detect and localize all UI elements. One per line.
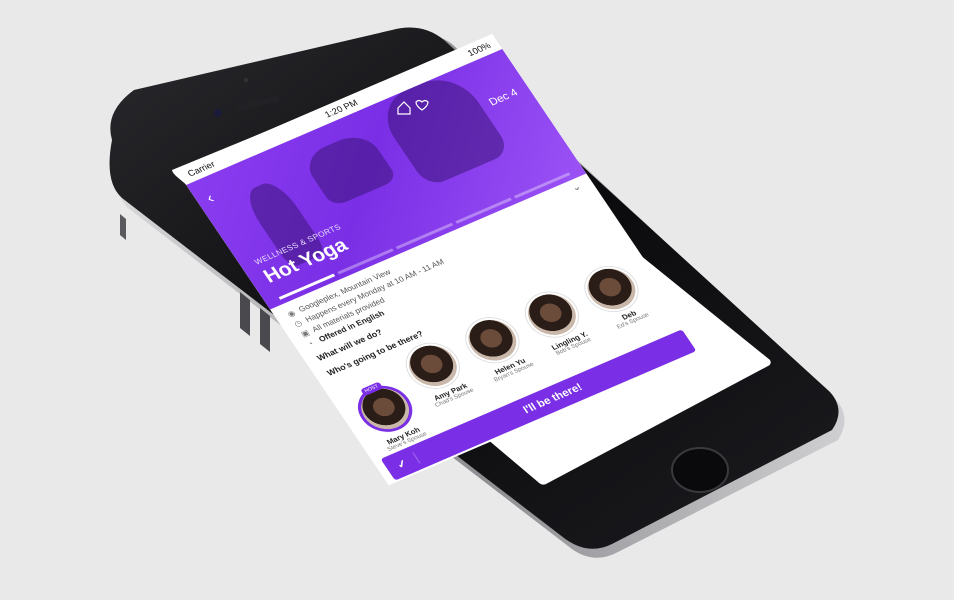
- back-chevron-icon[interactable]: ‹: [203, 190, 218, 207]
- event-date: Dec 4: [486, 86, 521, 109]
- stage: Carrier 1:20 PM 100% ‹ Dec 4 WELLNESS & …: [0, 0, 954, 600]
- host-badge: HOST: [360, 381, 384, 397]
- hero-photo-figure: [299, 129, 399, 208]
- home-button-ring: [671, 447, 729, 493]
